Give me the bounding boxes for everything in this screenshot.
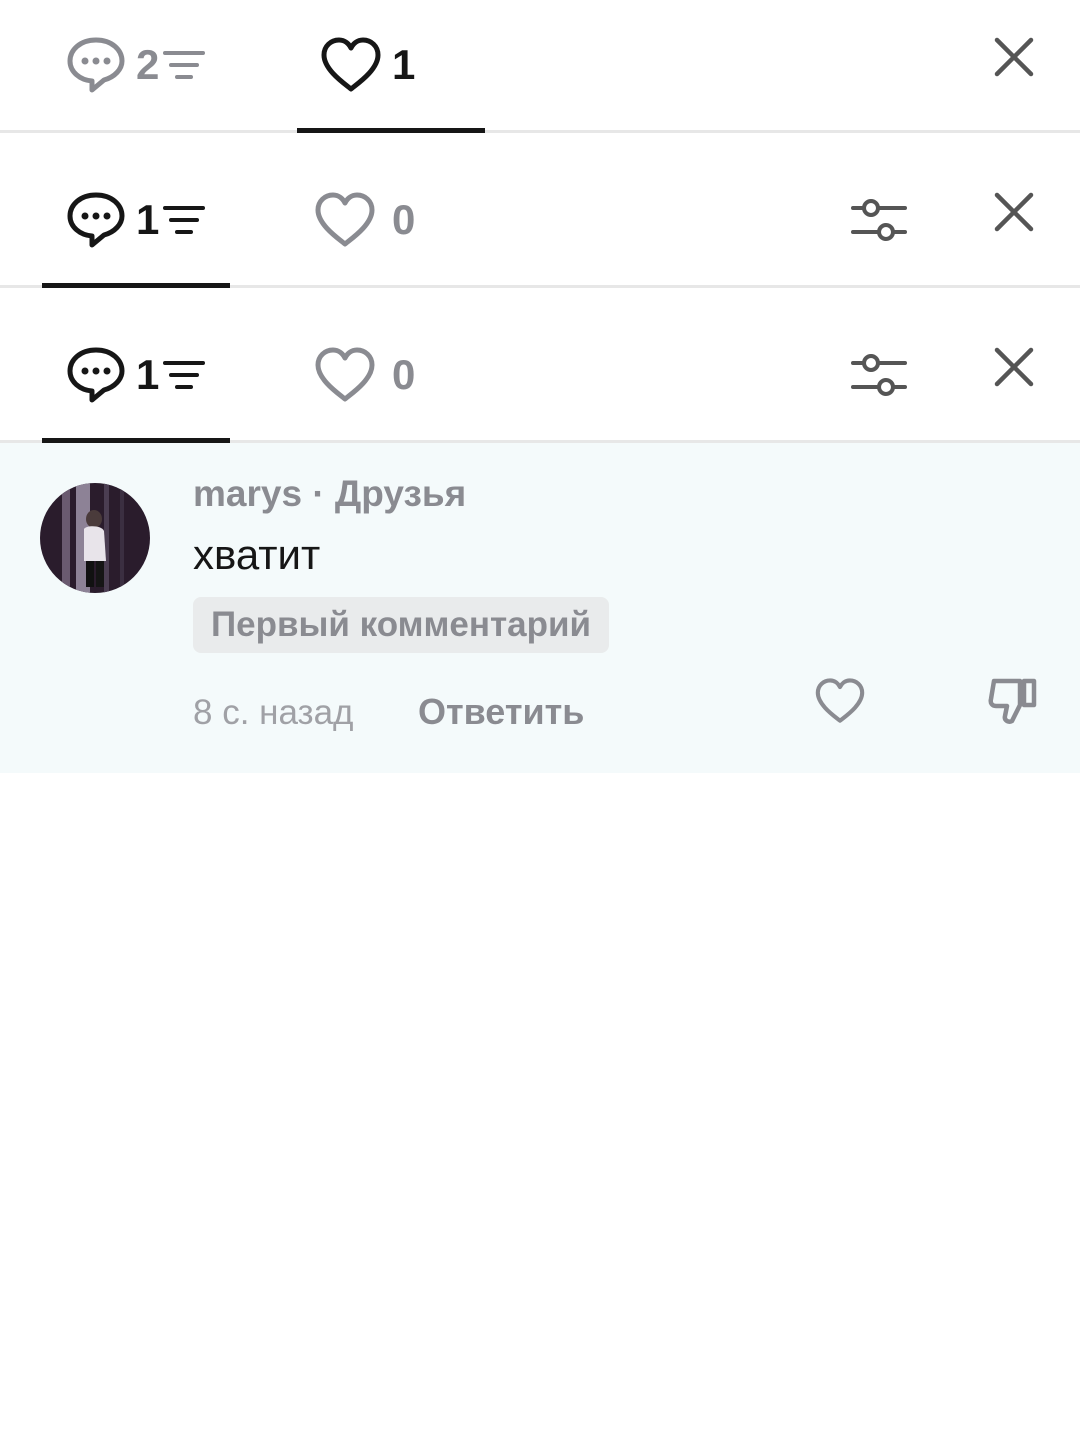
sort-icon — [163, 206, 206, 234]
sort-icon — [163, 51, 206, 79]
heart-icon — [321, 37, 381, 92]
likes-count: 1 — [392, 41, 416, 88]
avatar-image — [40, 483, 150, 593]
comments-tab[interactable]: 1 — [66, 310, 206, 440]
reaction-bar-2: 1 0 — [0, 155, 1080, 288]
comments-count: 2 — [136, 41, 160, 88]
comment-icon — [67, 37, 125, 93]
likes-tab[interactable]: 0 — [314, 310, 415, 440]
relation-label: Друзья — [334, 473, 467, 514]
close-button[interactable] — [979, 22, 1049, 92]
active-tab-indicator — [297, 128, 485, 133]
comments-tab[interactable]: 1 — [66, 155, 206, 285]
close-button[interactable] — [979, 177, 1049, 247]
reaction-bar-3: 1 0 — [0, 310, 1080, 443]
meta-separator: · — [312, 473, 325, 514]
comment-icon — [67, 192, 125, 248]
likes-count: 0 — [392, 196, 416, 243]
heart-icon — [315, 347, 375, 402]
likes-count: 0 — [392, 351, 416, 398]
likes-tab[interactable]: 0 — [314, 155, 415, 285]
comment-item: marys · Друзья хватит Первый комментарий… — [0, 443, 1080, 773]
likes-tab[interactable]: 1 — [320, 0, 415, 130]
filter-icon — [851, 354, 907, 396]
reply-button[interactable]: Ответить — [418, 691, 584, 733]
filter-icon — [851, 199, 907, 241]
comments-count: 1 — [136, 351, 160, 398]
heart-icon — [815, 678, 865, 723]
close-icon — [994, 37, 1034, 77]
like-comment-button[interactable] — [805, 666, 875, 736]
sort-icon — [163, 361, 206, 389]
dislike-icon — [988, 678, 1037, 724]
close-icon — [994, 192, 1034, 232]
comment-text: хватит — [193, 531, 321, 578]
filter-button[interactable] — [844, 185, 914, 255]
active-tab-indicator — [42, 283, 230, 288]
comment-timestamp: 8 с. назад — [193, 693, 354, 732]
first-comment-badge: Первый комментарий — [193, 597, 610, 653]
author-name[interactable]: marys — [193, 473, 302, 514]
avatar[interactable] — [40, 483, 150, 593]
close-button[interactable] — [979, 332, 1049, 402]
reaction-bar-1: 2 1 — [0, 0, 1080, 133]
filter-button[interactable] — [844, 340, 914, 410]
comment-meta: marys · Друзья — [193, 473, 466, 515]
dislike-comment-button[interactable] — [978, 666, 1048, 736]
comments-tab[interactable]: 2 — [66, 0, 206, 130]
comment-icon — [67, 347, 125, 403]
heart-icon — [315, 192, 375, 247]
close-icon — [994, 347, 1034, 387]
comments-count: 1 — [136, 196, 160, 243]
